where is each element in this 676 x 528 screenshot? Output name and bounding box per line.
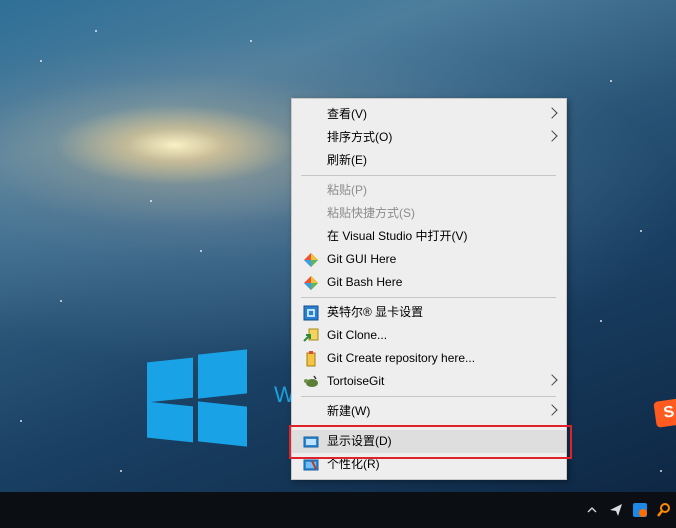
tortoisegit-icon [304, 375, 318, 387]
menu-item-label: 个性化(R) [327, 457, 380, 471]
menu-item-sort-by[interactable]: 排序方式(O) [292, 126, 566, 149]
menu-item-label: Git Create repository here... [327, 351, 476, 365]
chevron-up-icon[interactable] [580, 492, 604, 528]
chevron-right-icon [546, 107, 558, 119]
menu-separator [301, 175, 556, 176]
menu-item-label: 粘贴(P) [327, 183, 367, 197]
personalize-icon [303, 459, 319, 471]
menu-item-open-in-visual-studio[interactable]: 在 Visual Studio 中打开(V) [292, 225, 566, 248]
menu-item-label: 刷新(E) [327, 153, 367, 167]
sogou-logo-icon: S [653, 398, 676, 428]
menu-item-label: 粘贴快捷方式(S) [327, 206, 415, 220]
menu-item-git-gui-here[interactable]: Git GUI Here [292, 248, 566, 271]
chevron-right-icon [546, 404, 558, 416]
menu-item-git-bash-here[interactable]: Git Bash Here [292, 271, 566, 294]
send-icon[interactable] [604, 492, 628, 528]
git-diamond-icon [304, 253, 318, 267]
system-tray [580, 492, 676, 528]
menu-item-tortoisegit[interactable]: TortoiseGit [292, 370, 566, 393]
windows-logo-icon [147, 349, 247, 448]
menu-item-label: 在 Visual Studio 中打开(V) [327, 229, 468, 243]
chevron-right-icon [546, 130, 558, 142]
menu-item-label: Git Clone... [327, 328, 388, 342]
menu-item-label: 查看(V) [327, 107, 367, 121]
highlight-annotation-box [289, 425, 572, 459]
search-icon[interactable] [652, 492, 676, 528]
chevron-right-icon [546, 374, 558, 386]
taskbar [0, 492, 676, 528]
menu-separator [301, 297, 556, 298]
menu-item-label: 排序方式(O) [327, 130, 393, 144]
git-create-repo-icon [306, 351, 316, 367]
menu-item-paste[interactable]: 粘贴(P) [292, 179, 566, 202]
menu-item-label: 英特尔® 显卡设置 [327, 305, 424, 319]
menu-item-label: TortoiseGit [327, 374, 385, 388]
menu-item-refresh[interactable]: 刷新(E) [292, 149, 566, 172]
git-diamond-icon [304, 276, 318, 290]
menu-item-label: Git GUI Here [327, 252, 397, 266]
ime-icon[interactable] [628, 492, 652, 528]
menu-item-paste-shortcut[interactable]: 粘贴快捷方式(S) [292, 202, 566, 225]
menu-separator [301, 396, 556, 397]
intel-graphics-icon [303, 305, 319, 321]
menu-item-label: Git Bash Here [327, 275, 403, 289]
desktop-context-menu: 查看(V) 排序方式(O) 刷新(E) 粘贴(P) 粘贴快捷方式(S) 在 Vi… [291, 98, 567, 480]
menu-item-new[interactable]: 新建(W) [292, 400, 566, 423]
menu-item-git-clone[interactable]: Git Clone... [292, 324, 566, 347]
git-clone-icon [303, 328, 319, 342]
menu-item-intel-graphics[interactable]: 英特尔® 显卡设置 [292, 301, 566, 324]
menu-item-git-create-repo[interactable]: Git Create repository here... [292, 347, 566, 370]
menu-item-view[interactable]: 查看(V) [292, 103, 566, 126]
menu-item-label: 新建(W) [327, 404, 371, 418]
